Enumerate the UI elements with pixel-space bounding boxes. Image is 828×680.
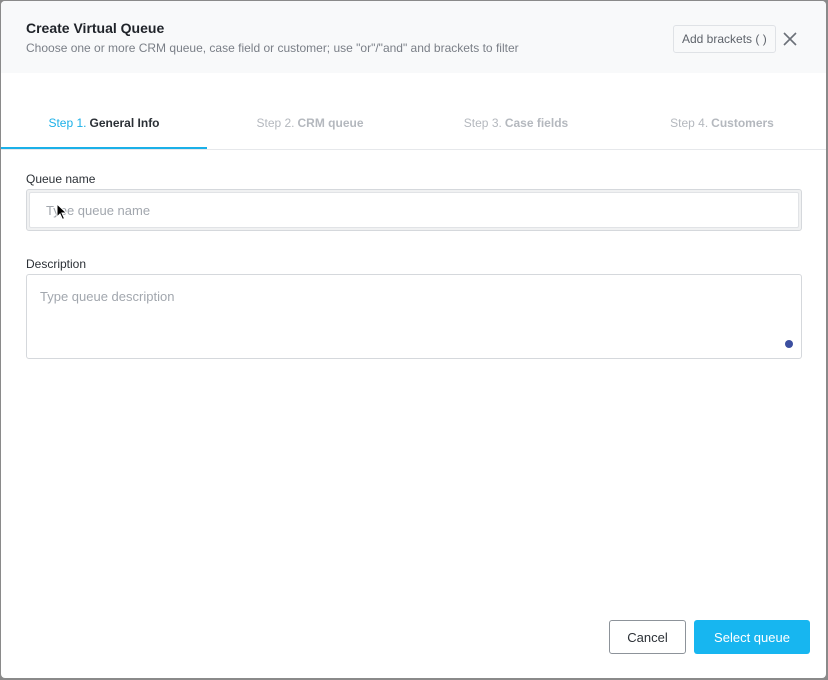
queue-name-input[interactable]: [29, 192, 799, 228]
cancel-button[interactable]: Cancel: [609, 620, 686, 654]
select-queue-button[interactable]: Select queue: [694, 620, 810, 654]
dialog-header: Create Virtual Queue Choose one or more …: [1, 1, 826, 73]
description-field-wrapper: [26, 274, 802, 359]
tab-case-fields[interactable]: Step 3. Case fields: [413, 101, 619, 149]
step-tabs: Step 1. General Info Step 2. CRM queue Ste…: [1, 101, 826, 150]
tab-customers[interactable]: Step 4. Customers: [619, 101, 825, 149]
tab-general-info[interactable]: Step 1. General Info: [1, 101, 207, 149]
dialog-subtitle: Choose one or more CRM queue, case field…: [26, 41, 519, 55]
tab-step-number: Step 4.: [670, 116, 709, 130]
tab-label: Case fields: [504, 116, 569, 130]
dialog-title: Create Virtual Queue: [26, 20, 165, 36]
tab-step-number: Step 1.: [48, 116, 87, 130]
tab-label: CRM queue: [297, 116, 364, 130]
mouse-cursor-icon: [56, 203, 68, 221]
description-label: Description: [26, 257, 87, 271]
tab-crm-queue[interactable]: Step 2. CRM queue: [207, 101, 413, 149]
tab-label: Customers: [711, 116, 774, 130]
writing-assistant-icon[interactable]: [785, 340, 793, 348]
description-textarea[interactable]: [27, 275, 801, 358]
queue-name-label: Queue name: [26, 172, 96, 186]
tab-step-number: Step 3.: [463, 116, 502, 130]
close-icon[interactable]: [782, 31, 798, 47]
tab-label: General Info: [89, 116, 160, 130]
add-brackets-button[interactable]: Add brackets ( ): [673, 25, 776, 53]
tab-step-number: Step 2.: [256, 116, 295, 130]
queue-name-field-wrapper: [26, 189, 802, 231]
create-virtual-queue-dialog: Create Virtual Queue Choose one or more …: [1, 1, 826, 678]
